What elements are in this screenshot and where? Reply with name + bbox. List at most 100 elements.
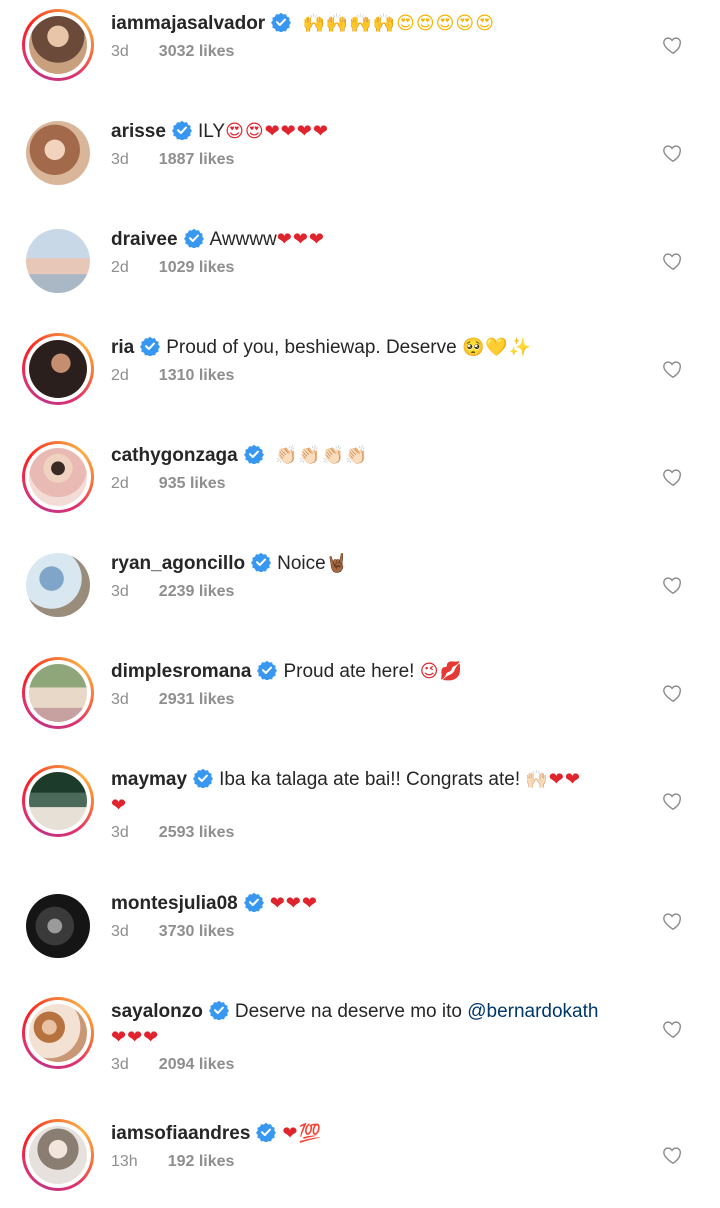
emoji-text: 😍😍❤❤❤❤ <box>225 121 329 142</box>
comment-time: 2d <box>111 475 129 492</box>
comment-meta: 3d 2931 likes <box>111 689 631 711</box>
comment-meta: 2d 1310 likes <box>111 365 631 387</box>
avatar-image <box>26 121 90 185</box>
heart-outline-icon[interactable] <box>662 1144 684 1166</box>
verified-badge-icon <box>243 444 264 464</box>
heart-outline-icon[interactable] <box>662 142 684 164</box>
username[interactable]: montesjulia08 <box>111 893 238 914</box>
avatar[interactable] <box>22 9 94 81</box>
comment-meta: 2d 1029 likes <box>111 257 631 279</box>
avatar-image <box>29 772 87 830</box>
heart-outline-icon[interactable] <box>662 466 684 488</box>
avatar-image <box>29 1126 87 1184</box>
comment-time: 3d <box>111 923 129 940</box>
avatar[interactable] <box>22 441 94 513</box>
heart-outline-icon[interactable] <box>662 250 684 272</box>
avatar-image <box>26 553 90 617</box>
avatar-image <box>29 16 87 74</box>
emoji-text: 😉💋 <box>419 661 463 682</box>
emoji-text: 👏🏻👏🏻👏🏻👏🏻 <box>274 445 369 466</box>
verified-badge-icon <box>193 768 214 788</box>
emoji-text-wrapped: ❤❤❤ <box>111 1027 160 1048</box>
mention-link[interactable]: @bernardokath <box>467 1001 598 1022</box>
comment-body: maymay Iba ka talaga ate bai!! Congrats a… <box>111 767 631 844</box>
username[interactable]: draivee <box>111 229 178 250</box>
comment-text: Awwww <box>209 229 277 250</box>
emoji-text: 🙌🙌🙌🙌😍😍😍😍😍 <box>302 13 495 34</box>
heart-outline-icon[interactable] <box>662 574 684 596</box>
comment-text: Proud of you, beshiewap. Deserve <box>166 337 457 358</box>
username[interactable]: sayalonzo <box>111 1001 203 1022</box>
avatar-image <box>29 664 87 722</box>
likes-count[interactable]: 2239 likes <box>159 583 235 600</box>
comment-time: 3d <box>111 1056 129 1073</box>
username[interactable]: cathygonzaga <box>111 445 238 466</box>
avatar-image <box>29 1004 87 1062</box>
avatar-image <box>29 448 87 506</box>
comment-list: iammajasalvador 🙌🙌🙌🙌😍😍😍😍😍 3d 3032 likes a… <box>0 0 720 1208</box>
username[interactable]: ria <box>111 337 134 358</box>
comment-body: cathygonzaga 👏🏻👏🏻👏🏻👏🏻 2d 935 likes <box>111 443 631 495</box>
username[interactable]: maymay <box>111 769 187 790</box>
comment-text: ILY <box>197 121 226 142</box>
emoji-text: ❤❤❤ <box>269 893 318 914</box>
avatar[interactable] <box>22 1119 94 1191</box>
avatar[interactable] <box>22 333 94 405</box>
heart-outline-icon[interactable] <box>662 910 684 932</box>
likes-count[interactable]: 1310 likes <box>159 367 235 384</box>
verified-badge-icon <box>243 892 264 912</box>
comment-meta: 3d 2094 likes <box>111 1054 631 1076</box>
verified-badge-icon <box>171 120 192 140</box>
heart-outline-icon[interactable] <box>662 682 684 704</box>
verified-badge-icon <box>208 1000 229 1020</box>
username[interactable]: iammajasalvador <box>111 13 265 34</box>
username[interactable]: iamsofiaandres <box>111 1123 250 1144</box>
comment-time: 3d <box>111 151 129 168</box>
comment-text: Proud ate here! <box>283 661 415 682</box>
emoji-text: ❤❤❤ <box>276 229 326 250</box>
emoji-text: 🤘🏾 <box>325 553 350 574</box>
comment-body: iammajasalvador 🙌🙌🙌🙌😍😍😍😍😍 3d 3032 likes <box>111 11 631 63</box>
heart-outline-icon[interactable] <box>662 34 684 56</box>
comment-meta: 3d 3730 likes <box>111 921 631 943</box>
comment-meta: 3d 3032 likes <box>111 41 631 63</box>
comment-text: Noice <box>277 553 326 574</box>
comment-time: 13h <box>111 1153 138 1170</box>
comment-text: Deserve na deserve mo ito <box>234 1001 462 1022</box>
verified-badge-icon <box>140 336 161 356</box>
likes-count[interactable]: 192 likes <box>168 1153 235 1170</box>
emoji-text: 🙌🏻❤❤ <box>525 769 581 790</box>
comment-body: montesjulia08 ❤❤❤ 3d 3730 likes <box>111 891 631 943</box>
comment-time: 3d <box>111 583 129 600</box>
likes-count[interactable]: 1887 likes <box>159 151 235 168</box>
avatar[interactable] <box>22 765 94 837</box>
avatar[interactable] <box>22 997 94 1069</box>
avatar[interactable] <box>22 225 94 297</box>
heart-outline-icon[interactable] <box>662 790 684 812</box>
avatar-image <box>26 229 90 293</box>
comment-body: iamsofiaandres ❤💯 13h 192 likes <box>111 1121 631 1173</box>
heart-outline-icon[interactable] <box>662 1018 684 1040</box>
comment-body: sayalonzo Deserve na deserve mo ito @bern… <box>111 999 631 1076</box>
comment-time: 3d <box>111 43 129 60</box>
avatar[interactable] <box>22 549 94 621</box>
username[interactable]: dimplesromana <box>111 661 251 682</box>
avatar[interactable] <box>22 657 94 729</box>
likes-count[interactable]: 1029 likes <box>159 259 235 276</box>
verified-badge-icon <box>251 552 272 572</box>
comment-body: arisse ILY😍😍❤❤❤❤ 3d 1887 likes <box>111 119 631 171</box>
avatar[interactable] <box>22 890 94 962</box>
username[interactable]: arisse <box>111 121 166 142</box>
verified-badge-icon <box>256 1122 277 1142</box>
likes-count[interactable]: 2094 likes <box>159 1056 235 1073</box>
likes-count[interactable]: 2931 likes <box>159 691 235 708</box>
heart-outline-icon[interactable] <box>662 358 684 380</box>
comment-meta: 2d 935 likes <box>111 473 631 495</box>
comment-meta: 3d 2239 likes <box>111 581 631 603</box>
likes-count[interactable]: 3032 likes <box>159 43 235 60</box>
avatar[interactable] <box>22 117 94 189</box>
likes-count[interactable]: 2593 likes <box>159 824 235 841</box>
username[interactable]: ryan_agoncillo <box>111 553 245 574</box>
likes-count[interactable]: 3730 likes <box>159 923 235 940</box>
likes-count[interactable]: 935 likes <box>159 475 226 492</box>
